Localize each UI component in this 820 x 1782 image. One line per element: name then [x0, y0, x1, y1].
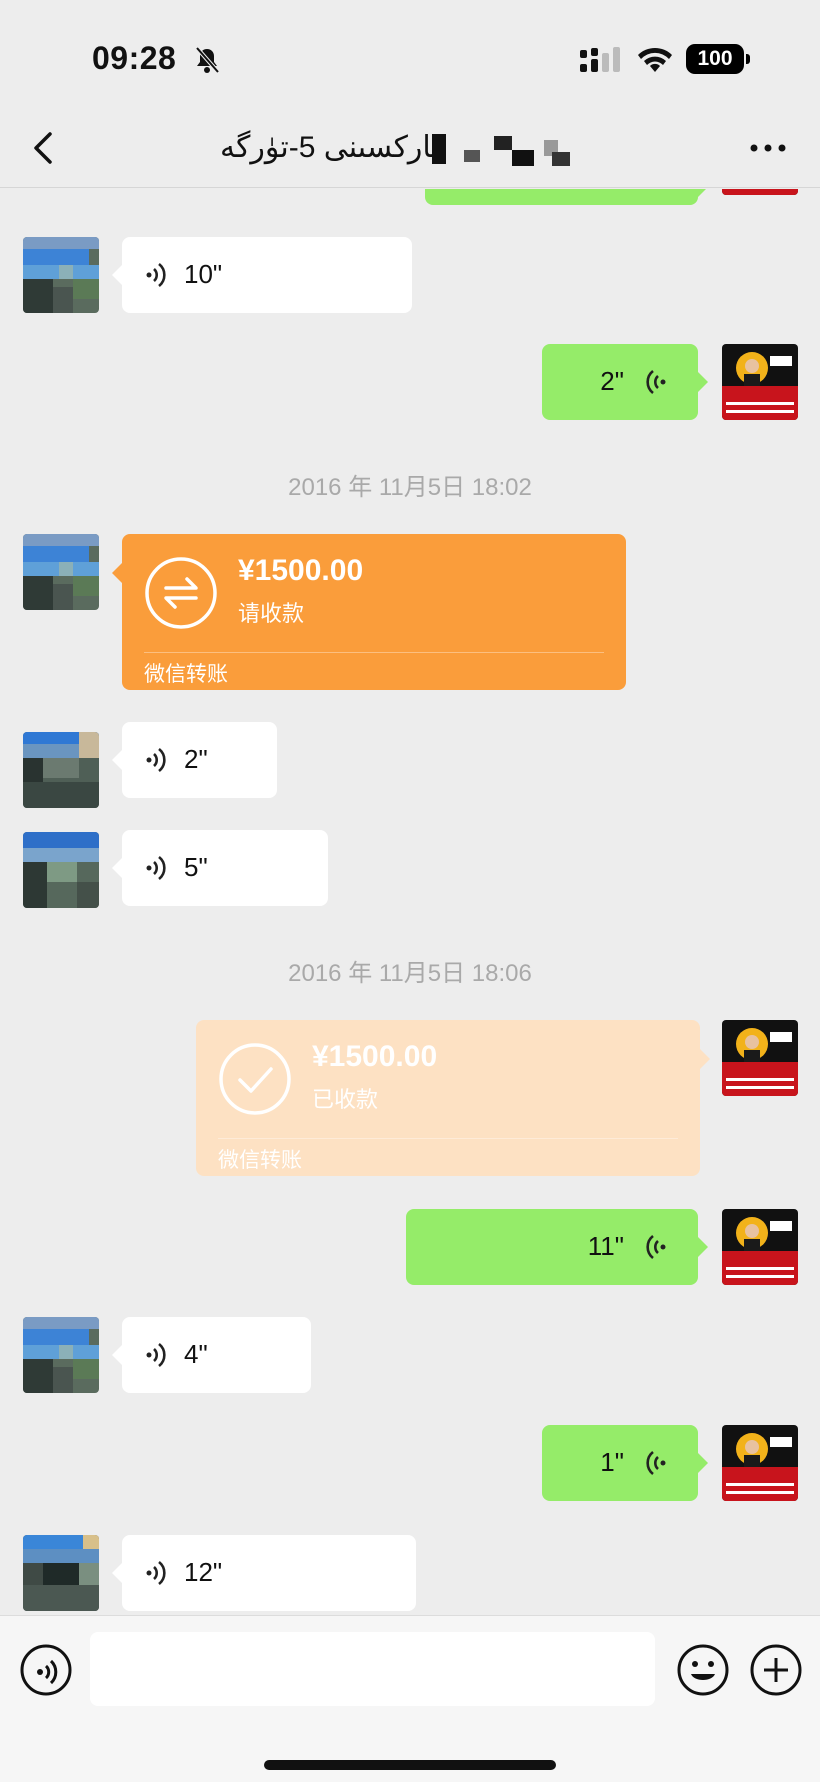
transfer-label: 微信转账	[144, 663, 228, 686]
input-bar	[0, 1615, 820, 1782]
voice-wave-icon	[646, 1450, 666, 1476]
voice-message-bubble[interactable]: 2"	[542, 344, 708, 420]
status-bar: 09:28 100	[0, 0, 820, 112]
plus-icon[interactable]	[748, 1642, 804, 1698]
transfer-arrows-icon	[145, 557, 217, 629]
contact-avatar[interactable]	[23, 1317, 99, 1393]
voice-wave-icon	[646, 369, 666, 395]
voice-message-bubble[interactable]: 12"	[112, 1535, 416, 1611]
partial-voice-bubble[interactable]	[425, 189, 708, 205]
voice-duration: 10"	[184, 259, 223, 289]
voice-wave-icon	[646, 1234, 666, 1260]
voice-message-bubble[interactable]: 2"	[112, 722, 277, 798]
my-avatar[interactable]	[722, 1209, 798, 1285]
transfer-divider	[218, 1138, 678, 1139]
message-input[interactable]	[90, 1632, 655, 1706]
voice-duration: 12"	[184, 1557, 223, 1587]
home-indicator	[264, 1760, 556, 1770]
contact-avatar[interactable]	[23, 237, 99, 313]
transfer-card-pending[interactable]: ¥1500.00 请收款 微信转账	[112, 534, 626, 690]
voice-message-bubble[interactable]: 5"	[112, 830, 328, 906]
voice-toggle-icon[interactable]	[18, 1642, 74, 1698]
transfer-divider	[144, 652, 604, 653]
my-avatar[interactable]	[722, 189, 798, 195]
contact-avatar[interactable]	[23, 732, 99, 808]
bell-slash-icon	[195, 46, 220, 74]
voice-message-bubble[interactable]: 11"	[406, 1209, 708, 1285]
message-timestamp: 2016 年 11月5日 18:06	[288, 960, 532, 987]
transfer-amount: ¥1500.00	[312, 1040, 438, 1073]
transfer-status: 已收款	[312, 1087, 379, 1112]
voice-wave-icon	[146, 747, 166, 773]
contact-avatar[interactable]	[23, 832, 99, 908]
voice-wave-icon	[146, 262, 166, 288]
ellipsis-icon[interactable]	[744, 132, 792, 164]
contact-avatar[interactable]	[23, 534, 99, 610]
voice-wave-icon	[146, 855, 166, 881]
voice-message-bubble[interactable]: 4"	[112, 1317, 311, 1393]
chat-title: ئاركسىنى 5-تۈرگە	[220, 131, 440, 164]
check-circle-icon	[219, 1043, 291, 1115]
transfer-card-received[interactable]: ¥1500.00 已收款 微信转账	[196, 1020, 710, 1176]
voice-duration: 5"	[184, 852, 208, 882]
transfer-label: 微信转账	[218, 1149, 302, 1172]
emoji-icon[interactable]	[675, 1642, 731, 1698]
voice-duration: 11"	[587, 1231, 624, 1261]
my-avatar[interactable]	[722, 1020, 798, 1096]
voice-duration: 1"	[600, 1447, 624, 1477]
chat-screen: 09:28 100 ئاركسىنى 5-تۈرگە 10" 2" 2016 年…	[0, 0, 820, 1782]
voice-wave-icon	[146, 1342, 166, 1368]
redacted-title-mosaic	[432, 134, 570, 166]
status-time: 09:28	[92, 40, 177, 76]
transfer-amount: ¥1500.00	[238, 554, 364, 587]
contact-avatar[interactable]	[23, 1535, 99, 1611]
battery-icon: 100	[686, 44, 750, 74]
voice-message-bubble[interactable]: 1"	[542, 1425, 708, 1501]
my-avatar[interactable]	[722, 1425, 798, 1501]
voice-wave-icon	[146, 1560, 166, 1586]
message-list[interactable]: 10" 2" 2016 年 11月5日 18:02 ¥1500.00 请收款 微…	[0, 189, 820, 1615]
voice-duration: 2"	[600, 366, 624, 396]
my-avatar[interactable]	[722, 344, 798, 420]
voice-duration: 4"	[184, 1339, 208, 1369]
message-timestamp: 2016 年 11月5日 18:02	[288, 474, 532, 501]
transfer-status: 请收款	[238, 601, 305, 626]
nav-bar: ئاركسىنى 5-تۈرگە	[0, 112, 820, 188]
wifi-icon	[638, 47, 672, 72]
voice-message-bubble[interactable]: 10"	[112, 237, 412, 313]
cellular-signal-icon	[580, 47, 620, 72]
chevron-left-icon[interactable]	[24, 126, 64, 170]
voice-duration: 2"	[184, 744, 208, 774]
